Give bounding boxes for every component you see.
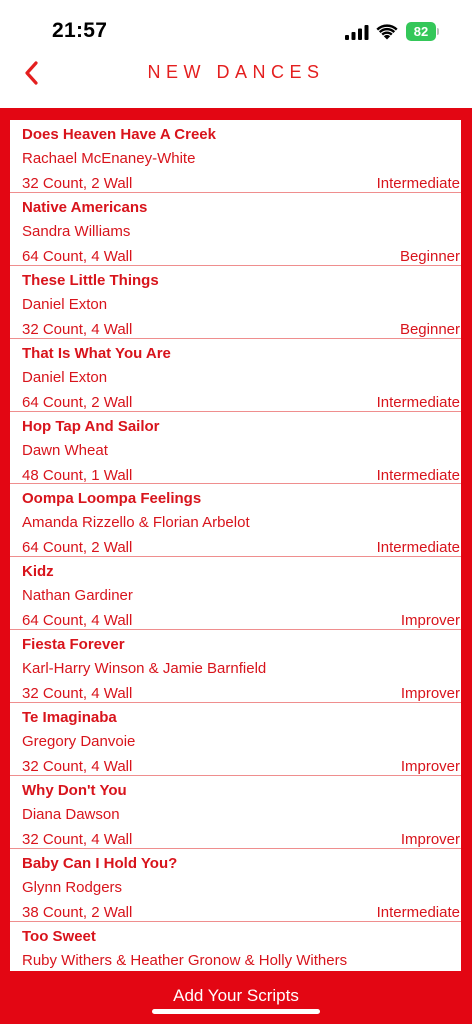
dance-name: Oompa Loompa Feelings <box>22 490 202 508</box>
wifi-icon <box>376 24 398 40</box>
dance-count-walls: 64 Count, 4 Wall <box>22 247 133 265</box>
dance-list-item[interactable]: These Little Things Daniel Exton 32 Count,… <box>10 266 461 339</box>
dance-level: Improver <box>400 612 460 630</box>
dance-list-item[interactable]: Fiesta Forever Karl-Harry Winson & Jamie … <box>10 630 461 704</box>
dance-list-item[interactable]: Oompa Loompa Feelings Amanda Rizzello & F… <box>10 484 461 558</box>
dance-list-item[interactable]: Kidz Nathan Gardiner 64 Count, 4 Wall Impro… <box>10 557 461 631</box>
battery-icon: 82 <box>406 22 439 41</box>
dance-level: Beginner <box>399 320 460 338</box>
dance-list-item[interactable]: Does Heaven Have A Creek Rachael McEnaney… <box>10 120 461 193</box>
dance-count-walls: 32 Count, 4 Wall <box>22 320 133 338</box>
dance-level: Intermediate <box>376 903 460 921</box>
dance-name: Te Imaginaba <box>22 709 117 727</box>
dance-count-walls: 32 Count, 4 Wall <box>22 758 133 776</box>
status-bar: 21:57 82 <box>0 0 472 54</box>
dance-level: Improver <box>400 758 460 776</box>
dance-list-item[interactable]: Why Don't You Diana Dawson 32 Count, 4 Wal… <box>10 776 461 849</box>
dance-list-item[interactable]: That Is What You Are Daniel Exton 64 Count… <box>10 339 461 412</box>
dance-name: Hop Tap And Sailor <box>22 417 160 435</box>
dance-name: Too Sweet <box>22 927 96 945</box>
dance-list-item[interactable]: Native Americans Sandra Williams 64 Count,… <box>10 193 461 266</box>
dance-list-items: Does Heaven Have A Creek Rachael McEnaney… <box>10 120 461 971</box>
battery-tip <box>437 28 439 35</box>
dance-list-item[interactable]: Too Sweet Ruby Withers & Heather Gronow &… <box>10 922 461 971</box>
dance-count-walls: 32 Count, 2 Wall <box>22 175 133 192</box>
battery-level: 82 <box>406 22 436 41</box>
dance-list-item[interactable]: Baby Can I Hold You? Glynn Rodgers 38 Coun… <box>10 849 461 922</box>
dance-level: Intermediate <box>376 393 460 411</box>
dance-name: Fiesta Forever <box>22 636 125 654</box>
dance-choreographer: Sandra Williams <box>22 222 131 240</box>
dance-count-walls: 64 Count, 2 Wall <box>22 539 133 557</box>
dance-choreographer: Dawn Wheat <box>22 441 108 459</box>
dance-name: Native Americans <box>22 198 148 216</box>
content-frame: Does Heaven Have A Creek Rachael McEnaney… <box>0 108 472 1024</box>
dance-choreographer: Rachael McEnaney-White <box>22 150 196 167</box>
dance-choreographer: Diana Dawson <box>22 806 120 824</box>
dance-level: Beginner <box>399 247 460 265</box>
dance-name: These Little Things <box>22 271 159 289</box>
dance-list-item[interactable]: Hop Tap And Sailor Dawn Wheat 48 Count, 1 … <box>10 412 461 485</box>
dance-count-walls: 32 Count, 4 Wall <box>22 831 133 849</box>
dance-level: Intermediate <box>376 539 460 557</box>
dance-choreographer: Glynn Rodgers <box>22 878 123 896</box>
dance-list[interactable]: Does Heaven Have A Creek Rachael McEnaney… <box>10 120 461 971</box>
dance-choreographer: Ruby Withers & Heather Gronow & Holly Wi… <box>22 951 348 969</box>
dance-choreographer: Daniel Exton <box>22 295 108 313</box>
dance-choreographer: Nathan Gardiner <box>22 587 133 605</box>
dance-name: That Is What You Are <box>22 344 171 362</box>
page-title: NEW DANCES <box>147 62 325 82</box>
dance-choreographer: Amanda Rizzello & Florian Arbelot <box>22 514 250 532</box>
status-time: 21:57 <box>52 19 108 42</box>
dance-choreographer: Daniel Exton <box>22 368 108 386</box>
dance-count-walls: 64 Count, 2 Wall <box>22 393 133 411</box>
dance-name: Does Heaven Have A Creek <box>22 126 216 143</box>
dance-count-walls: 64 Count, 4 Wall <box>22 612 133 630</box>
dance-count-walls: 32 Count, 4 Wall <box>22 685 133 703</box>
dance-choreographer: Gregory Danvoie <box>22 733 136 751</box>
dance-name: Why Don't You <box>22 782 127 800</box>
dance-count-walls: 38 Count, 2 Wall <box>22 903 133 921</box>
dance-count-walls: 48 Count, 1 Wall <box>22 466 133 484</box>
dance-level: Intermediate <box>376 175 460 192</box>
dance-name: Kidz <box>22 563 54 581</box>
cellular-signal-icon <box>345 25 369 40</box>
dance-level: Improver <box>400 685 460 703</box>
navigation-bar: NEW DANCES <box>0 54 472 108</box>
dance-level: Intermediate <box>376 466 460 484</box>
dance-list-item[interactable]: Te Imaginaba Gregory Danvoie 32 Count, 4 W… <box>10 703 461 777</box>
dance-choreographer: Karl-Harry Winson & Jamie Barnfield <box>22 660 267 678</box>
home-indicator <box>152 1009 320 1014</box>
dance-level: Improver <box>400 831 460 849</box>
dance-name: Baby Can I Hold You? <box>22 854 178 872</box>
